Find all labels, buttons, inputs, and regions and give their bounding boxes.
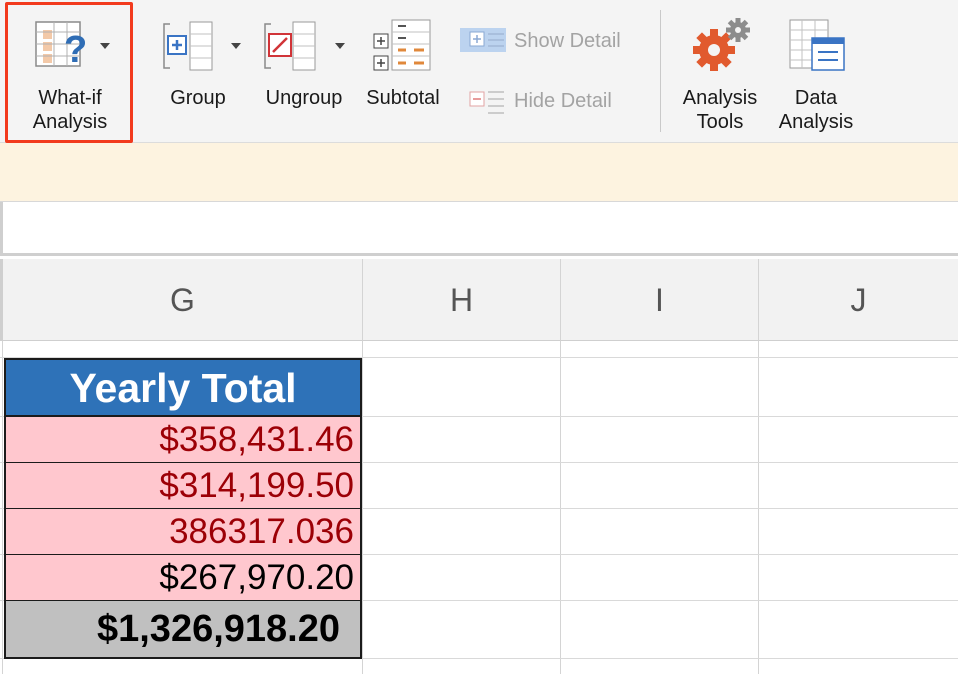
show-detail-icon xyxy=(460,28,506,52)
chevron-down-icon xyxy=(335,43,345,49)
value-cell[interactable]: $314,199.50 xyxy=(4,463,362,510)
subtotal-button[interactable]: Subtotal xyxy=(358,0,448,142)
show-detail-button[interactable]: Show Detail xyxy=(460,26,640,56)
group-button[interactable]: Group xyxy=(158,0,244,142)
value-cell[interactable]: $358,431.46 xyxy=(4,417,362,464)
chevron-down-icon xyxy=(231,43,241,49)
total-cell[interactable]: $1,326,918.20 xyxy=(4,601,362,659)
gear-icon xyxy=(693,18,750,71)
ungroup-label: Ungroup xyxy=(265,87,343,109)
hide-detail-label: Hide Detail xyxy=(514,90,612,112)
subtotal-label: Subtotal xyxy=(366,87,440,109)
ribbon: ? What-if Analysis Group Ungroup Subtota… xyxy=(0,0,958,143)
ungroup-icon xyxy=(264,21,316,71)
column-header-j[interactable]: J xyxy=(759,259,958,341)
hide-detail-button[interactable]: Hide Detail xyxy=(460,86,640,116)
analysis-tools-label: Analysis Tools xyxy=(682,87,758,133)
message-bar xyxy=(0,143,958,202)
group-icon xyxy=(163,21,213,71)
column-header-i[interactable]: I xyxy=(561,259,759,341)
data-analysis-button[interactable]: Data Analysis xyxy=(772,0,860,142)
value-cell[interactable]: $267,970.20 xyxy=(4,555,362,602)
value-cell[interactable]: 386317.036 xyxy=(4,509,362,556)
data-analysis-label: Data Analysis xyxy=(778,87,854,133)
selection-highlight xyxy=(5,2,133,143)
ungroup-button[interactable]: Ungroup xyxy=(257,0,351,142)
ribbon-separator xyxy=(660,10,661,132)
data-analysis-icon xyxy=(789,19,845,71)
hide-detail-icon xyxy=(469,91,504,114)
group-label: Group xyxy=(170,87,226,109)
show-detail-label: Show Detail xyxy=(514,30,621,52)
subtotal-icon xyxy=(373,19,431,71)
formula-bar[interactable] xyxy=(0,202,958,256)
analysis-tools-button[interactable]: Analysis Tools xyxy=(672,0,768,142)
yearly-total-header-cell[interactable]: Yearly Total xyxy=(4,358,362,417)
column-header-g[interactable]: G xyxy=(0,259,363,341)
column-header-h[interactable]: H xyxy=(363,259,561,341)
